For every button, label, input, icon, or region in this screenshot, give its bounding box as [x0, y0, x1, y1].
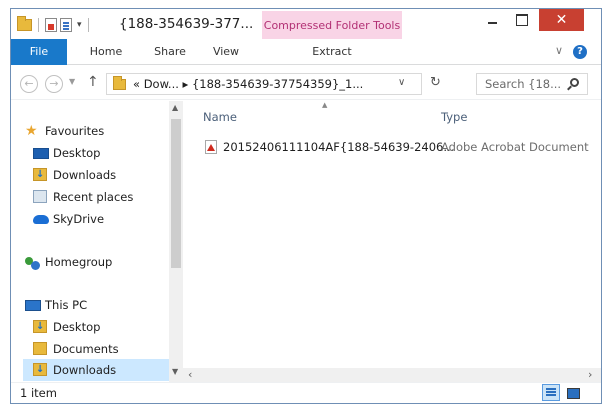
up-button[interactable]: ↑ — [87, 74, 99, 90]
scrollbar-thumb[interactable] — [171, 119, 181, 268]
sidebar-item-label: Recent places — [53, 190, 134, 204]
close-button[interactable]: ✕ — [539, 9, 584, 31]
sidebar-item-label: Desktop — [53, 146, 101, 160]
sidebar-item-label: Desktop — [53, 320, 101, 334]
sidebar-item-label: Favourites — [45, 124, 105, 138]
tab-view[interactable]: View — [203, 39, 249, 65]
tab-extract[interactable]: Extract — [262, 39, 402, 65]
explorer-window: ▾ {188-354639-377... Compressed Folder T… — [10, 8, 602, 404]
tab-share[interactable]: Share — [145, 39, 195, 65]
pdf-file-icon — [205, 140, 217, 154]
sort-ascending-icon: ▲ — [322, 101, 328, 109]
recent-places-icon — [33, 190, 47, 203]
file-type: Adobe Acrobat Document — [441, 140, 589, 154]
back-button[interactable]: ← — [20, 75, 38, 93]
star-icon: ★ — [25, 123, 38, 139]
homegroup-icon — [25, 255, 41, 271]
search-input[interactable]: Search {18... — [476, 73, 588, 95]
quick-access-toolbar: ▾ — [17, 16, 92, 34]
file-list: ▲ Name Type 20152406111104AF{188-54639-2… — [183, 101, 601, 382]
search-icon[interactable] — [570, 78, 579, 87]
sidebar-item-label: Downloads — [53, 168, 117, 182]
scroll-right-icon[interactable]: › — [588, 368, 592, 381]
expand-ribbon-icon[interactable]: ∨ — [555, 44, 563, 57]
documents-icon — [33, 342, 47, 355]
downloads-icon — [33, 165, 47, 185]
computer-icon — [25, 300, 41, 311]
desktop-folder-icon — [33, 317, 47, 337]
large-icons-view-icon[interactable] — [564, 384, 582, 401]
sidebar-item-label: Documents — [53, 342, 119, 356]
sidebar-item-label: Homegroup — [45, 255, 113, 269]
toolbar-separator — [38, 18, 39, 32]
details-view-icon[interactable] — [542, 384, 560, 401]
navigation-scrollbar[interactable]: ▲ ▼ — [169, 101, 183, 382]
refresh-icon[interactable]: ↻ — [430, 75, 441, 90]
horizontal-scrollbar[interactable]: ‹ › — [183, 368, 601, 382]
properties-icon[interactable] — [45, 18, 57, 32]
scroll-down-icon[interactable]: ▼ — [172, 367, 178, 376]
item-count: 1 item — [20, 386, 57, 400]
folder-icon[interactable] — [17, 16, 32, 31]
customize-toolbar-icon[interactable]: ▾ — [77, 20, 82, 30]
navigation-pane: ★ Favourites Desktop Downloads Recent pl… — [11, 101, 183, 382]
recent-locations-icon[interactable]: ▼ — [69, 77, 75, 86]
column-header-name[interactable]: Name — [203, 110, 237, 124]
sidebar-item-label: Downloads — [53, 363, 117, 377]
sidebar-item-label: This PC — [45, 298, 88, 312]
file-name[interactable]: 20152406111104AF{188-54639-2406... — [223, 140, 454, 154]
toolbar-separator — [87, 18, 89, 32]
skydrive-icon — [33, 215, 49, 224]
minimize-button[interactable] — [479, 9, 506, 31]
new-folder-icon[interactable] — [60, 18, 72, 32]
help-icon[interactable]: ? — [573, 45, 587, 59]
window-title: {188-354639-377... — [119, 16, 254, 32]
address-dropdown-icon[interactable]: ∨ — [398, 77, 405, 88]
status-bar: 1 item — [11, 382, 601, 403]
tab-home[interactable]: Home — [81, 39, 131, 65]
breadcrumb[interactable]: « Dow... ▸ {188-354639-37754359}_1... — [133, 77, 363, 91]
title-bar: ▾ {188-354639-377... Compressed Folder T… — [11, 9, 601, 40]
context-tab-group-label: Compressed Folder Tools — [262, 11, 402, 40]
ribbon-tabs: File Home Share View Extract ∨ ? — [11, 39, 601, 65]
navigation-bar: ← → ▼ ↑ « Dow... ▸ {188-354639-37754359}… — [11, 66, 601, 100]
sidebar-item-label: SkyDrive — [53, 212, 105, 226]
address-bar[interactable]: « Dow... ▸ {188-354639-37754359}_1... ∨ — [106, 73, 422, 95]
search-placeholder: Search {18... — [485, 77, 562, 91]
downloads-icon — [33, 360, 47, 380]
tab-file[interactable]: File — [11, 39, 67, 65]
table-row[interactable]: 20152406111104AF{188-54639-2406... Adobe… — [201, 136, 601, 158]
desktop-icon — [33, 148, 49, 159]
forward-button[interactable]: → — [45, 75, 63, 93]
address-folder-icon — [113, 76, 126, 90]
maximize-button[interactable] — [508, 9, 535, 31]
scroll-up-icon[interactable]: ▲ — [172, 103, 178, 112]
column-header-type[interactable]: Type — [441, 110, 467, 124]
scroll-left-icon[interactable]: ‹ — [188, 368, 192, 381]
